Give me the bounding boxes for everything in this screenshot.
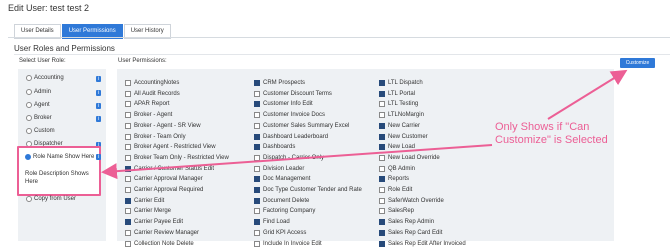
permission-item[interactable]: Collection Note Delete — [125, 240, 194, 247]
role-label: Role Name Show Here — [33, 154, 95, 160]
role-option-role-name[interactable]: Role Name Show Here — [25, 154, 94, 160]
info-icon[interactable]: i — [96, 154, 101, 160]
arrow-to-role — [101, 144, 493, 180]
permission-label: Include In Invoice Edit — [263, 240, 322, 247]
arrow-to-customize — [547, 69, 628, 120]
permission-label: Sales Rep Edit After Invoiced — [388, 240, 466, 247]
permission-label: Collection Note Delete — [134, 240, 194, 247]
annotation-arrows — [101, 69, 628, 180]
checkbox[interactable] — [125, 240, 131, 247]
permission-item[interactable]: Include In Invoice Edit — [254, 240, 322, 247]
permission-item[interactable]: Sales Rep Edit After Invoiced — [379, 240, 466, 247]
checkbox[interactable] — [254, 240, 260, 247]
checkbox-checked[interactable] — [379, 240, 385, 247]
radio-selected-icon[interactable] — [25, 154, 31, 160]
